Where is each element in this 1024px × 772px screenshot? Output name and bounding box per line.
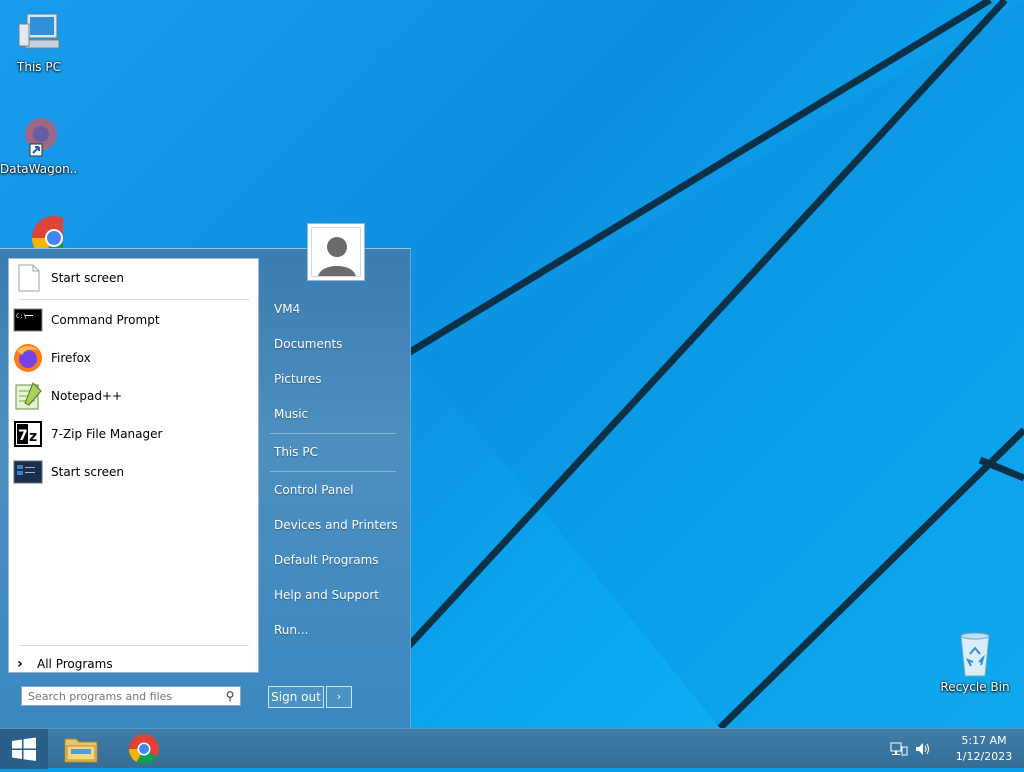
recycle-bin-icon xyxy=(951,630,999,678)
separator xyxy=(19,299,249,300)
program-command-prompt[interactable]: C:\ Command Prompt xyxy=(13,303,251,337)
program-label: Start screen xyxy=(51,271,125,285)
svg-text:z: z xyxy=(29,429,37,445)
program-notepadpp[interactable]: Notepad++ xyxy=(13,379,251,413)
chrome-icon xyxy=(129,734,159,765)
svg-text:C:\: C:\ xyxy=(16,313,27,320)
notepadpp-icon xyxy=(13,381,43,411)
file-explorer-icon xyxy=(64,738,98,763)
desktop-icon-label: This PC xyxy=(17,60,61,74)
start-right-documents[interactable]: Documents xyxy=(268,330,398,358)
all-programs-label: All Programs xyxy=(37,657,113,671)
sign-out-group: Sign out › xyxy=(268,686,352,708)
blank-document-icon xyxy=(13,263,43,293)
program-label: Firefox xyxy=(51,351,91,365)
start-right-control-panel[interactable]: Control Panel xyxy=(268,476,398,504)
taskbar-file-explorer[interactable] xyxy=(61,731,101,767)
program-7zip[interactable]: 7z 7-Zip File Manager xyxy=(13,417,251,451)
taskbar: 5:17 AM 1/12/2023 xyxy=(0,728,1024,769)
separator xyxy=(270,471,396,472)
7zip-icon: 7z xyxy=(13,419,43,449)
clock-date: 1/12/2023 xyxy=(955,750,1013,763)
search-input[interactable] xyxy=(22,688,220,704)
program-start-screen[interactable]: Start screen xyxy=(13,455,251,489)
program-label: Command Prompt xyxy=(51,313,160,327)
command-prompt-icon: C:\ xyxy=(13,305,43,335)
separator xyxy=(270,433,396,434)
program-label: 7-Zip File Manager xyxy=(51,427,163,441)
program-label: Start screen xyxy=(51,465,125,479)
sign-out-button[interactable]: Sign out xyxy=(268,686,324,708)
volume-icon[interactable] xyxy=(914,741,932,757)
firefox-icon xyxy=(13,343,43,373)
user-avatar[interactable] xyxy=(307,223,365,281)
this-pc-icon xyxy=(15,10,63,58)
desktop-icon-datawagon[interactable]: DataWagon... xyxy=(0,112,78,176)
desktop-icon-label: Recycle Bin xyxy=(940,680,1010,694)
start-screen-icon xyxy=(13,457,43,487)
chevron-right-icon: › xyxy=(17,656,23,672)
start-right-pictures[interactable]: Pictures xyxy=(268,365,398,393)
search-icon[interactable]: ⚲ xyxy=(220,689,240,703)
start-right-music[interactable]: Music xyxy=(268,400,398,428)
search-area: ⚲ xyxy=(8,677,259,721)
start-button[interactable] xyxy=(0,729,48,769)
clock-time: 5:17 AM xyxy=(961,734,1007,747)
separator xyxy=(19,645,249,646)
taskbar-chrome[interactable] xyxy=(124,731,164,767)
start-right-vm4[interactable]: VM4 xyxy=(268,295,398,323)
start-right-devices-printers[interactable]: Devices and Printers xyxy=(268,511,398,539)
network-icon[interactable] xyxy=(890,741,908,757)
datawagon-icon xyxy=(15,112,63,160)
svg-text:7: 7 xyxy=(18,428,28,444)
sign-out-options-button[interactable]: › xyxy=(326,686,352,708)
system-tray: 5:17 AM 1/12/2023 xyxy=(890,729,1014,769)
all-programs-button[interactable]: › All Programs xyxy=(17,652,257,676)
program-firefox[interactable]: Firefox xyxy=(13,341,251,375)
start-menu: Start screen C:\ Command Prompt Firefox … xyxy=(0,223,411,728)
start-right-this-pc[interactable]: This PC xyxy=(268,438,398,466)
search-box[interactable]: ⚲ xyxy=(21,686,241,706)
windows-logo-icon xyxy=(12,737,36,761)
program-start-screen-pinned[interactable]: Start screen xyxy=(13,261,251,295)
programs-pane: Start screen C:\ Command Prompt Firefox … xyxy=(8,258,259,673)
program-label: Notepad++ xyxy=(51,389,123,403)
clock[interactable]: 5:17 AM 1/12/2023 xyxy=(954,733,1014,765)
start-right-help-support[interactable]: Help and Support xyxy=(268,581,398,609)
start-right-run[interactable]: Run... xyxy=(268,616,398,644)
desktop-icon-label: DataWagon... xyxy=(0,162,78,176)
desktop-icon-this-pc[interactable]: This PC xyxy=(0,10,78,74)
desktop-icon-recycle-bin[interactable]: Recycle Bin xyxy=(936,630,1014,694)
start-right-default-programs[interactable]: Default Programs xyxy=(268,546,398,574)
